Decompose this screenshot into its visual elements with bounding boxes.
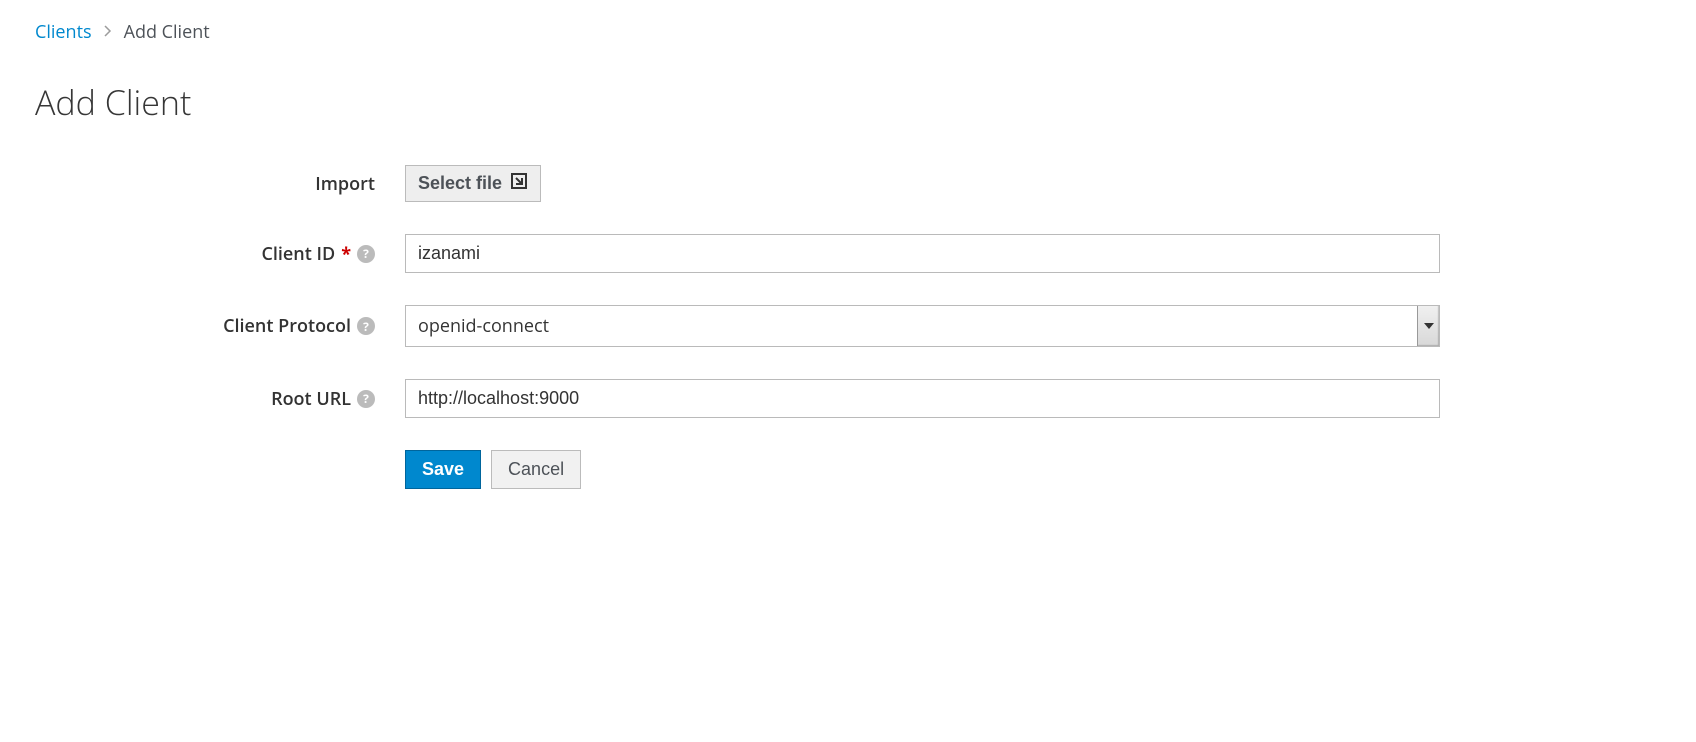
save-button[interactable]: Save xyxy=(405,450,481,489)
form-row-client-protocol: Client Protocol ? openid-connect xyxy=(35,305,1661,347)
cancel-button[interactable]: Cancel xyxy=(491,450,581,489)
client-id-input[interactable] xyxy=(405,234,1440,273)
form-row-import: Import Select file xyxy=(35,165,1661,202)
dropdown-icon[interactable] xyxy=(1417,306,1439,346)
client-protocol-select[interactable]: openid-connect xyxy=(405,305,1440,347)
label-root-url: Root URL ? xyxy=(35,387,405,411)
select-file-button[interactable]: Select file xyxy=(405,165,541,202)
breadcrumb: Clients Add Client xyxy=(35,20,1661,44)
label-client-id: Client ID * ? xyxy=(35,242,405,266)
chevron-right-icon xyxy=(104,23,112,42)
form-row-root-url: Root URL ? xyxy=(35,379,1661,418)
breadcrumb-current: Add Client xyxy=(124,20,210,44)
client-protocol-value: openid-connect xyxy=(418,314,549,338)
root-url-input[interactable] xyxy=(405,379,1440,418)
page-title: Add Client xyxy=(35,79,1661,125)
help-icon[interactable]: ? xyxy=(357,317,375,335)
form-actions: Save Cancel xyxy=(405,450,1661,489)
label-import: Import xyxy=(35,172,405,196)
import-icon xyxy=(510,172,528,195)
breadcrumb-link-clients[interactable]: Clients xyxy=(35,20,92,44)
add-client-form: Import Select file Client ID * ? xyxy=(35,165,1661,489)
required-indicator: * xyxy=(341,242,351,266)
form-row-client-id: Client ID * ? xyxy=(35,234,1661,273)
help-icon[interactable]: ? xyxy=(357,390,375,408)
label-client-protocol: Client Protocol ? xyxy=(35,314,405,338)
help-icon[interactable]: ? xyxy=(357,245,375,263)
